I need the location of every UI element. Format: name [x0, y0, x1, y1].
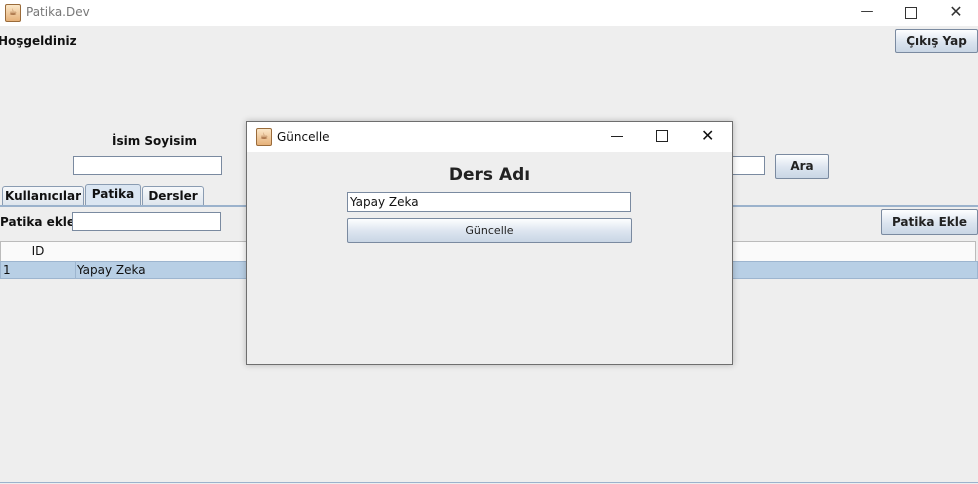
update-dialog[interactable]: ☕ Güncelle ✕ Ders Adı Yapay Zeka Güncell…	[246, 121, 733, 365]
window-title: Patika.Dev	[26, 5, 90, 19]
maximize-icon[interactable]	[656, 130, 668, 142]
minimize-icon[interactable]	[611, 136, 623, 137]
name-surname-field[interactable]	[73, 156, 222, 175]
search-button[interactable]: Ara	[775, 154, 829, 179]
java-cup-icon: ☕	[5, 4, 21, 22]
close-icon[interactable]: ✕	[701, 126, 714, 146]
course-name-field[interactable]: Yapay Zeka	[347, 192, 631, 212]
cell-name: Yapay Zeka	[77, 263, 146, 277]
welcome-label: Hoşgeldiniz	[0, 34, 77, 48]
dialog-title: Güncelle	[277, 130, 330, 144]
java-cup-icon: ☕	[256, 128, 272, 146]
tab-users[interactable]: Kullanıcılar	[2, 186, 84, 206]
name-surname-label: İsim Soyisim	[112, 134, 197, 148]
dialog-heading: Ders Adı	[448, 165, 531, 185]
add-patika-field[interactable]	[72, 212, 221, 231]
dialog-titlebar[interactable]: ☕ Güncelle ✕	[247, 122, 732, 152]
add-patika-button[interactable]: Patika Ekle	[881, 209, 978, 235]
close-icon[interactable]: ✕	[934, 0, 978, 26]
add-patika-label: Patika ekle	[0, 215, 76, 229]
logout-button[interactable]: Çıkış Yap	[895, 29, 978, 53]
tab-courses[interactable]: Dersler	[142, 186, 204, 206]
minimize-icon[interactable]: —	[845, 0, 889, 26]
bottom-border	[0, 482, 978, 483]
column-header-id[interactable]: ID	[0, 241, 76, 262]
maximize-icon[interactable]	[889, 0, 933, 26]
tab-patika[interactable]: Patika	[85, 184, 141, 206]
cell-id: 1	[3, 263, 11, 277]
window-titlebar[interactable]: ☕ Patika.Dev — ✕	[0, 0, 978, 26]
update-button[interactable]: Güncelle	[347, 218, 632, 243]
